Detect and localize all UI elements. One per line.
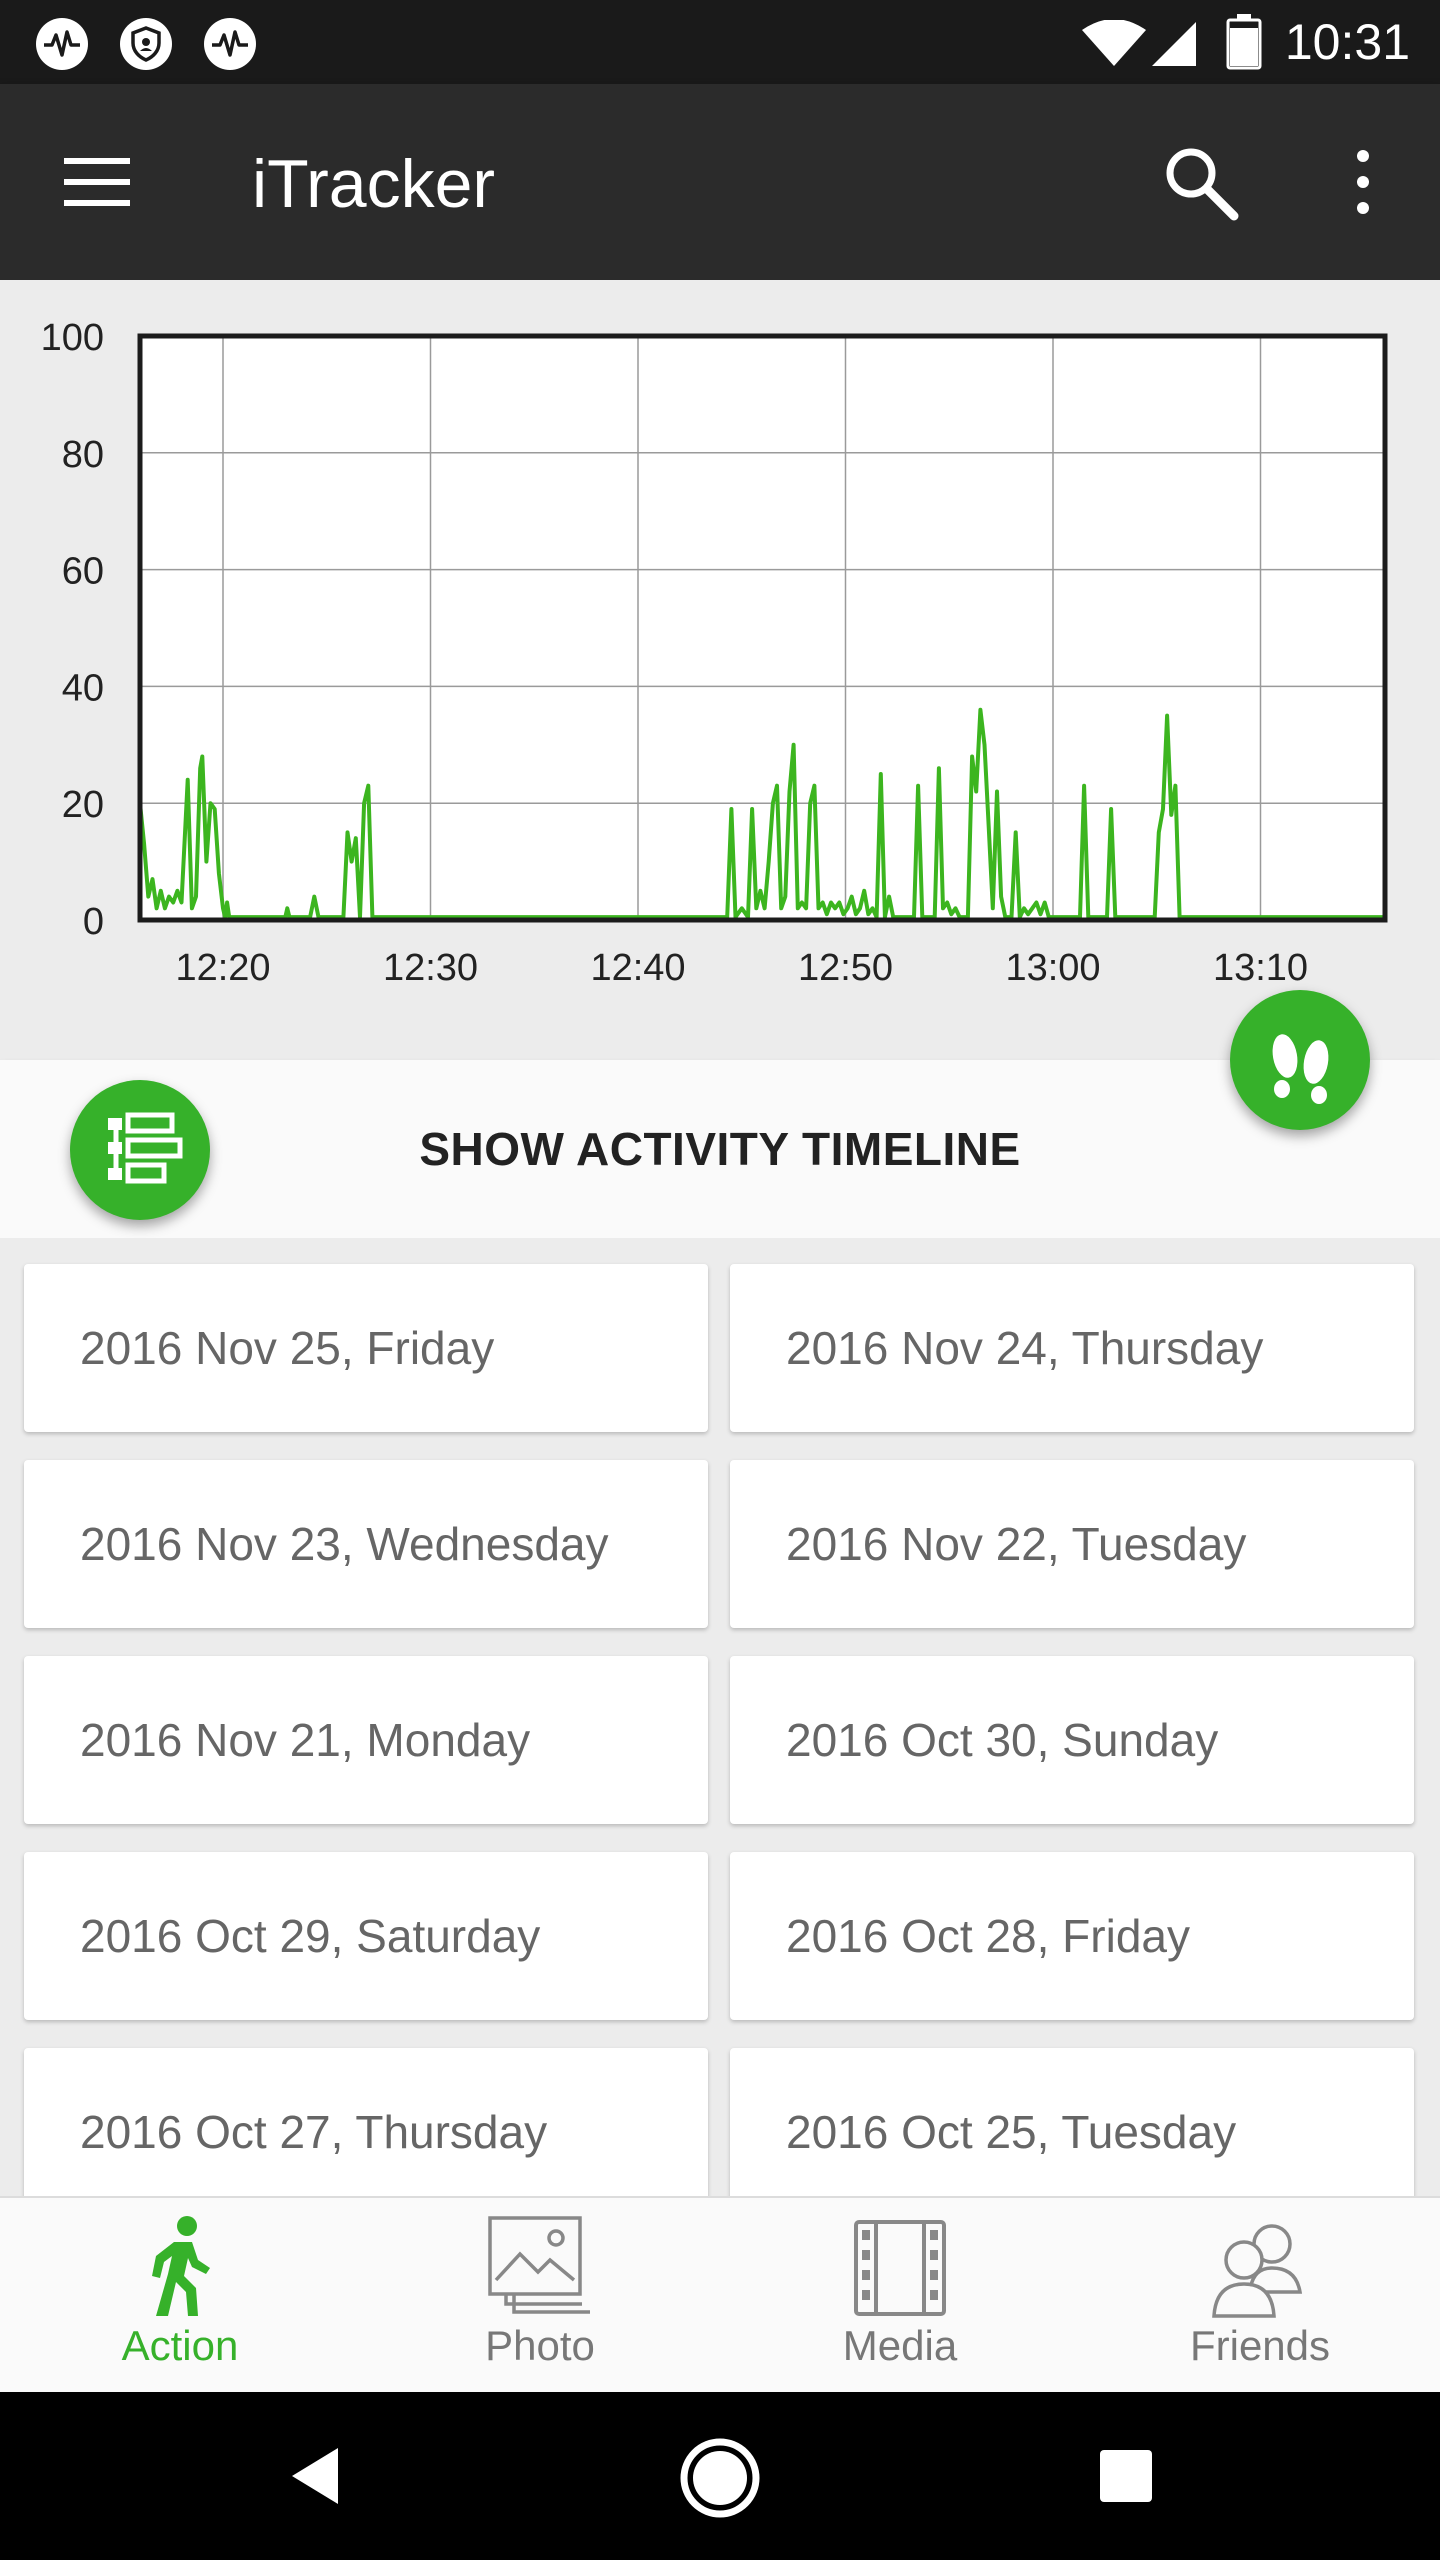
- date-card[interactable]: 2016 Oct 28, Friday: [730, 1852, 1414, 2020]
- chart-plot-background: [140, 336, 1385, 920]
- footprints-icon: [1272, 1034, 1329, 1104]
- show-activity-timeline-label: SHOW ACTIVITY TIMELINE: [419, 1123, 1021, 1175]
- app-title: iTracker: [252, 146, 496, 222]
- date-card[interactable]: 2016 Nov 21, Monday: [24, 1656, 708, 1824]
- timeline-icon: [108, 1112, 183, 1184]
- app-bar: iTracker: [0, 84, 1440, 280]
- cell-signal-icon: [1152, 22, 1196, 66]
- activity-notification-icon: [36, 18, 88, 70]
- x-tick-label: 12:20: [175, 947, 270, 989]
- activity-chart: 0 20 40 60 80 100 12:20 12:30 12:40 12:50 13:00 13…: [0, 280, 1440, 1060]
- x-tick-label: 13:00: [1005, 947, 1100, 989]
- timeline-button[interactable]: [70, 1080, 210, 1220]
- nav-media-tab[interactable]: Media: [720, 2198, 1080, 2394]
- activity-chart-plot: 0 20 40 60 80 100 12:20 12:30 12:40 12:50 13:00 13…: [41, 317, 1388, 989]
- wifi-icon: [1082, 20, 1146, 66]
- friends-icon: [1212, 2224, 1303, 2318]
- nav-action-tab[interactable]: Action: [0, 2198, 360, 2394]
- status-bar: 10:31: [0, 0, 1440, 84]
- date-card[interactable]: 2016 Nov 25, Friday: [24, 1264, 708, 1432]
- shield-notification-icon: [120, 18, 172, 70]
- recents-icon[interactable]: [1098, 2448, 1154, 2504]
- x-tick-label: 12:30: [383, 947, 478, 989]
- y-tick-label: 0: [83, 901, 104, 943]
- y-tick-label: 20: [62, 784, 104, 826]
- y-tick-label: 60: [62, 551, 104, 593]
- nav-photo-label: Photo: [485, 2322, 595, 2369]
- back-icon[interactable]: [286, 2444, 346, 2508]
- nav-action-label: Action: [121, 2322, 239, 2369]
- y-tick-label: 40: [62, 667, 104, 709]
- x-tick-label: 13:10: [1213, 947, 1308, 989]
- photos-icon: [488, 2216, 590, 2314]
- nav-friends-tab[interactable]: Friends: [1080, 2198, 1440, 2394]
- film-strip-icon: [854, 2220, 946, 2316]
- bottom-navigation: Action Photo Media Friends: [0, 2196, 1440, 2392]
- status-time: 10:31: [1284, 14, 1410, 70]
- nav-media-label: Media: [842, 2322, 958, 2369]
- date-card[interactable]: 2016 Oct 25, Tuesday: [730, 2048, 1414, 2196]
- date-card[interactable]: 2016 Nov 24, Thursday: [730, 1264, 1414, 1432]
- system-navigation-bar: [0, 2392, 1440, 2560]
- date-card[interactable]: 2016 Oct 27, Thursday: [24, 2048, 708, 2196]
- home-icon[interactable]: [678, 2436, 762, 2520]
- nav-photo-tab[interactable]: Photo: [360, 2198, 720, 2394]
- menu-icon[interactable]: [62, 154, 132, 210]
- search-icon[interactable]: [1160, 142, 1240, 222]
- date-card[interactable]: 2016 Nov 23, Wednesday: [24, 1460, 708, 1628]
- date-card[interactable]: 2016 Oct 30, Sunday: [730, 1656, 1414, 1824]
- activity-notification-icon: [204, 18, 256, 70]
- nav-friends-label: Friends: [1189, 2322, 1331, 2369]
- date-card[interactable]: 2016 Oct 29, Saturday: [24, 1852, 708, 2020]
- footprints-button[interactable]: [1230, 990, 1370, 1130]
- y-tick-label: 100: [41, 317, 104, 359]
- date-card[interactable]: 2016 Nov 22, Tuesday: [730, 1460, 1414, 1628]
- x-tick-label: 12:50: [798, 947, 893, 989]
- show-activity-timeline-bar[interactable]: SHOW ACTIVITY TIMELINE: [0, 1060, 1440, 1238]
- walking-person-icon: [152, 2216, 210, 2316]
- date-grid: 2016 Nov 25, Friday 2016 Nov 24, Thursda…: [0, 1238, 1440, 2196]
- y-tick-label: 80: [62, 434, 104, 476]
- battery-icon: [1226, 14, 1262, 70]
- x-tick-label: 12:40: [590, 947, 685, 989]
- more-vert-icon[interactable]: [1340, 146, 1386, 218]
